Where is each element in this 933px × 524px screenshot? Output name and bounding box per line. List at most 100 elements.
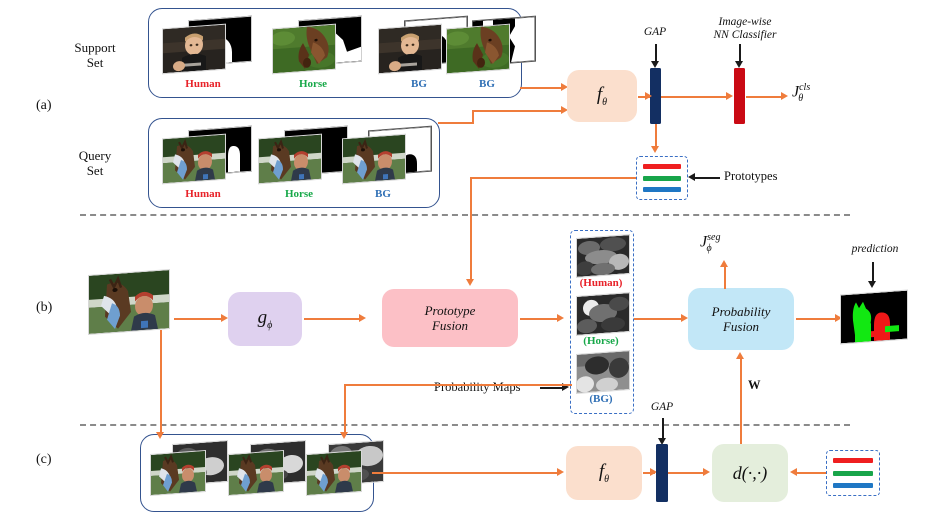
query-label-1: Horse xyxy=(284,188,314,200)
probability-fusion-box[interactable]: Probability Fusion xyxy=(688,288,794,350)
row-label-a: (a) xyxy=(36,98,52,113)
loss-seg-label: Jsegϕ xyxy=(700,232,721,254)
arrowhead-gap-to-nn xyxy=(726,92,733,100)
prototype-fusion-box[interactable]: Prototype Fusion xyxy=(382,289,518,347)
row-label-b: (b) xyxy=(36,300,53,315)
arrow-weight-to-probfusion xyxy=(740,358,742,450)
arrow-gap-to-nn xyxy=(661,96,727,98)
arrow-prototypes-out-h xyxy=(470,177,636,179)
gap-label-a: GAP xyxy=(643,26,667,38)
distance-label: d(·,·) xyxy=(732,462,768,483)
row-b-query-image xyxy=(88,268,170,336)
prob-map-human-label: (Human) xyxy=(579,277,623,289)
arrowhead-probmaps-down xyxy=(340,432,348,439)
prob-map-bg-label: (BG) xyxy=(589,393,613,405)
arrow-query-to-encoder-v xyxy=(472,110,474,123)
arrow-probmaps-down-h xyxy=(344,384,572,386)
gap-pointer-line-a xyxy=(655,44,657,62)
support-label-3: BG xyxy=(479,78,495,90)
prediction-pointer-head xyxy=(868,281,876,288)
prob-map-horse-label: (Horse) xyxy=(583,335,619,347)
arrowhead-encoder-to-gap-a xyxy=(645,92,652,100)
prototypes-box xyxy=(636,156,688,200)
arrowhead-image-to-gphi xyxy=(221,314,228,322)
prototype-fusion-label: Prototype Fusion xyxy=(424,303,476,333)
prototypes-label: Prototypes xyxy=(724,169,778,183)
divider-a-b xyxy=(80,214,850,216)
support-label-1: Horse xyxy=(298,78,328,90)
gphi-box[interactable]: gϕ xyxy=(228,292,302,346)
arrow-gap-to-distance xyxy=(668,472,704,474)
support-label-2: BG xyxy=(411,78,427,90)
arrow-prototypes-out-v xyxy=(470,177,472,280)
arrow-prototypes-to-distance xyxy=(797,472,826,474)
row-c-image-2 xyxy=(306,449,362,497)
support-image-2 xyxy=(378,23,442,75)
prototype-bar-horse xyxy=(643,175,681,181)
probability-fusion-label: Probability Fusion xyxy=(711,304,771,334)
arrowhead-gap-to-distance xyxy=(703,468,710,476)
row-c-image-0 xyxy=(150,449,206,497)
nn-classifier-label-line2: NN Classifier xyxy=(713,29,777,41)
arrowhead-gap-to-prototypes xyxy=(651,146,659,153)
arrow-gap-to-prototypes xyxy=(655,124,657,146)
prototype-bar-horse-c xyxy=(833,470,873,476)
support-set-label-line1: Support xyxy=(74,40,116,55)
row-c-image-1 xyxy=(228,449,284,497)
probability-maps-label: Probability Maps xyxy=(434,380,521,394)
arrow-nn-to-loss xyxy=(746,96,782,98)
arrow-gphi-to-fusion xyxy=(304,318,360,320)
arrowhead-probmaps-to-probfusion xyxy=(681,314,688,322)
arrow-probfusion-to-loss xyxy=(724,266,726,289)
distance-box[interactable]: d(·,·) xyxy=(712,444,788,502)
query-set-label-line1: Query xyxy=(78,148,112,163)
support-set-label: Support Set xyxy=(50,40,140,70)
prototypes-callout-head xyxy=(688,173,695,181)
divider-b-c xyxy=(80,424,850,426)
arrow-probmaps-to-probfusion xyxy=(634,318,682,320)
query-image-2 xyxy=(342,133,406,185)
arrow-query-image-down xyxy=(160,330,162,434)
support-image-0 xyxy=(162,23,226,75)
nn-classifier-label-line1: Image-wise xyxy=(718,16,772,28)
encoder-label-c: fθ xyxy=(598,461,610,485)
query-image-0 xyxy=(162,133,226,185)
query-set-label: Query Set xyxy=(50,148,140,178)
arrow-support-to-encoder xyxy=(520,87,562,89)
figure-canvas: (a) (b) (c) Support Set Human Horse BG B… xyxy=(0,0,933,524)
prototype-bar-bg-c xyxy=(833,482,873,488)
arrowhead-prototypes-to-fusion xyxy=(466,279,474,286)
gphi-label: gϕ xyxy=(257,307,273,331)
arrow-probfusion-to-prediction xyxy=(796,318,836,320)
row-label-c: (c) xyxy=(36,452,52,467)
prototypes-box-c xyxy=(826,450,880,496)
nn-pointer-line xyxy=(739,44,741,62)
gap-pointer-line-c xyxy=(662,418,664,440)
query-label-0: Human xyxy=(185,188,221,200)
query-label-2: BG xyxy=(375,188,391,200)
arrow-query-to-encoder-h xyxy=(438,122,474,124)
support-image-3 xyxy=(446,23,510,75)
support-label-0: Human xyxy=(185,78,221,90)
gap-bar-c xyxy=(656,444,668,502)
arrow-fusion-to-probmaps xyxy=(520,318,558,320)
gap-label-c: GAP xyxy=(650,401,674,413)
prototype-bar-human-c xyxy=(833,458,873,464)
prediction-image xyxy=(840,289,908,345)
arrowhead-fusion-to-probmaps xyxy=(557,314,564,322)
arrowhead-prototypes-to-distance xyxy=(790,468,797,476)
arrowhead-weight-to-probfusion xyxy=(736,352,744,359)
encoder-box-c[interactable]: fθ xyxy=(566,446,642,500)
probability-maps-callout-line xyxy=(540,387,564,389)
nn-classifier-label: Image-wise NN Classifier xyxy=(690,16,800,42)
support-set-label-line2: Set xyxy=(86,55,104,70)
encoder-box-a[interactable]: fθ xyxy=(567,70,637,122)
loss-cls-label: Jclsθ xyxy=(792,82,811,104)
arrow-probmaps-down-v1 xyxy=(344,384,346,434)
prediction-pointer-line xyxy=(872,262,874,282)
prediction-label: prediction xyxy=(851,243,899,255)
arrow-query-to-encoder-h2 xyxy=(472,110,562,112)
prob-map-horse xyxy=(576,292,630,336)
prototype-bar-human xyxy=(643,163,681,169)
prob-map-bg xyxy=(576,350,630,394)
